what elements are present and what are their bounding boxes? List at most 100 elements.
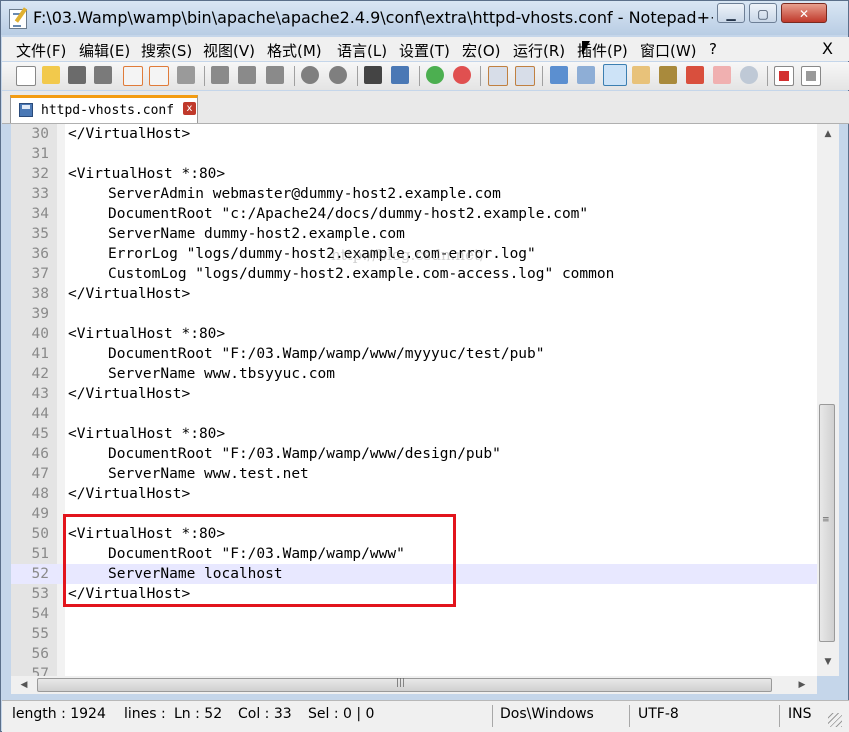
horizontal-scroll-thumb[interactable]: ||| <box>37 678 772 692</box>
window-title: F:\03.Wamp\wamp\bin\apache\apache2.4.9\c… <box>33 8 713 27</box>
folder-workspace-icon[interactable] <box>686 66 704 84</box>
menu-language[interactable]: 语言(L) <box>337 40 387 61</box>
scroll-down-arrow-icon[interactable]: ▼ <box>817 654 839 670</box>
menu-help[interactable]: ? <box>709 40 717 58</box>
doc-map-icon[interactable] <box>632 66 650 84</box>
code-line[interactable]: 30 </VirtualHost> <box>11 124 817 144</box>
redo-icon[interactable] <box>329 66 347 84</box>
maximize-button[interactable]: ▢ <box>749 3 777 23</box>
notepadpp-app-icon[interactable] <box>9 9 27 29</box>
code-line[interactable]: 57 <box>11 664 817 676</box>
resize-grip-icon[interactable] <box>828 713 842 727</box>
cut-icon[interactable] <box>211 66 229 84</box>
code-text[interactable]: DocumentRoot "F:/03.Wamp/wamp/www/myyyuc… <box>68 344 545 364</box>
code-line[interactable]: 47 ServerName www.test.net <box>11 464 817 484</box>
record-macro-icon[interactable] <box>774 66 794 86</box>
print-icon[interactable] <box>177 66 195 84</box>
code-text[interactable]: </VirtualHost> <box>68 384 190 404</box>
code-line[interactable]: 33 ServerAdmin webmaster@dummy-host2.exam… <box>11 184 817 204</box>
sync-horizontal-icon[interactable] <box>515 66 535 86</box>
code-text[interactable]: </VirtualHost> <box>68 124 190 144</box>
menu-search[interactable]: 搜索(S) <box>141 40 192 61</box>
menu-edit[interactable]: 编辑(E) <box>79 40 130 61</box>
menu-settings[interactable]: 设置(T) <box>399 40 450 61</box>
menu-format[interactable]: 格式(M) <box>267 40 322 61</box>
code-line[interactable]: 31 <box>11 144 817 164</box>
code-line[interactable]: 39 <box>11 304 817 324</box>
status-encoding[interactable]: UTF-8 <box>638 706 679 722</box>
code-line[interactable]: 35 ServerName dummy-host2.example.com <box>11 224 817 244</box>
code-text[interactable]: DocumentRoot "F:/03.Wamp/wamp/www/design… <box>68 444 501 464</box>
replace-icon[interactable] <box>391 66 409 84</box>
menu-macro[interactable]: 宏(O) <box>462 40 501 61</box>
scroll-left-arrow-icon[interactable]: ◀ <box>15 676 33 694</box>
close-icon[interactable] <box>123 66 143 86</box>
code-line[interactable]: 56 <box>11 644 817 664</box>
code-line[interactable]: 45 <VirtualHost *:80> <box>11 424 817 444</box>
code-text[interactable]: DocumentRoot "c:/Apache24/docs/dummy-hos… <box>68 204 588 224</box>
code-text[interactable]: ServerAdmin webmaster@dummy-host2.exampl… <box>68 184 501 204</box>
sync-vertical-icon[interactable] <box>488 66 508 86</box>
horizontal-scrollbar[interactable]: ◀ ||| ▶ <box>11 676 817 694</box>
code-text[interactable]: ServerName www.test.net <box>68 464 309 484</box>
code-text[interactable]: <VirtualHost *:80> <box>68 424 225 444</box>
scroll-right-arrow-icon[interactable]: ▶ <box>793 676 811 694</box>
status-mode[interactable]: INS <box>788 706 812 722</box>
code-text[interactable]: ServerName dummy-host2.example.com <box>68 224 405 244</box>
code-line[interactable]: 40 <VirtualHost *:80> <box>11 324 817 344</box>
open-file-icon[interactable] <box>42 66 60 84</box>
close-all-icon[interactable] <box>149 66 169 86</box>
save-icon[interactable] <box>68 66 86 84</box>
menu-window[interactable]: 窗口(W) <box>640 40 697 61</box>
word-wrap-icon[interactable] <box>550 66 568 84</box>
indent-guide-icon[interactable] <box>603 64 627 86</box>
paste-icon[interactable] <box>266 66 284 84</box>
code-text[interactable]: ServerName www.tbsyyuc.com <box>68 364 335 384</box>
code-line[interactable]: 44 <box>11 404 817 424</box>
toolbar-separator <box>357 66 358 86</box>
code-line[interactable]: 55 <box>11 624 817 644</box>
tab-httpd-vhosts[interactable]: httpd-vhosts.conf x <box>10 95 198 123</box>
function-list-icon[interactable] <box>659 66 677 84</box>
scroll-up-arrow-icon[interactable]: ▲ <box>817 126 839 142</box>
save-all-icon[interactable] <box>94 66 112 84</box>
monitor-icon[interactable] <box>713 66 731 84</box>
copy-icon[interactable] <box>238 66 256 84</box>
code-line[interactable]: 32 <VirtualHost *:80> <box>11 164 817 184</box>
status-eol[interactable]: Dos\Windows <box>500 706 594 722</box>
stop-macro-icon[interactable] <box>801 66 821 86</box>
zoom-in-icon[interactable] <box>426 66 444 84</box>
code-line[interactable]: 41 DocumentRoot "F:/03.Wamp/wamp/www/myyy… <box>11 344 817 364</box>
code-text[interactable]: <VirtualHost *:80> <box>68 164 225 184</box>
vertical-scroll-thumb[interactable]: ≡ <box>819 404 835 642</box>
new-file-icon[interactable] <box>16 66 36 86</box>
zoom-out-icon[interactable] <box>453 66 471 84</box>
line-number: 55 <box>31 626 49 642</box>
code-line[interactable]: 37 CustomLog "logs/dummy-host2.example.co… <box>11 264 817 284</box>
code-line[interactable]: 54 <box>11 604 817 624</box>
code-line[interactable]: 46 DocumentRoot "F:/03.Wamp/wamp/www/desi… <box>11 444 817 464</box>
code-line[interactable]: 38 </VirtualHost> <box>11 284 817 304</box>
find-icon[interactable] <box>364 66 382 84</box>
code-text[interactable]: </VirtualHost> <box>68 484 190 504</box>
line-number: 52 <box>31 566 49 582</box>
minimize-button[interactable]: ▁ <box>717 3 745 23</box>
code-text[interactable]: <VirtualHost *:80> <box>68 324 225 344</box>
eye-icon[interactable] <box>740 66 758 84</box>
code-line[interactable]: 34 DocumentRoot "c:/Apache24/docs/dummy-h… <box>11 204 817 224</box>
code-line[interactable]: 42 ServerName www.tbsyyuc.com <box>11 364 817 384</box>
tab-close-button[interactable]: x <box>183 102 196 115</box>
code-text[interactable]: </VirtualHost> <box>68 284 190 304</box>
show-all-chars-icon[interactable] <box>577 66 595 84</box>
close-window-button[interactable]: ✕ <box>781 3 827 23</box>
code-line[interactable]: 43 </VirtualHost> <box>11 384 817 404</box>
title-bar[interactable]: F:\03.Wamp\wamp\bin\apache\apache2.4.9\c… <box>1 1 848 35</box>
menu-view[interactable]: 视图(V) <box>203 40 255 61</box>
close-document-button[interactable]: X <box>822 39 833 58</box>
code-line[interactable]: 48 </VirtualHost> <box>11 484 817 504</box>
menu-run[interactable]: 运行(R) <box>513 40 565 61</box>
code-text[interactable]: CustomLog "logs/dummy-host2.example.com-… <box>68 264 614 284</box>
undo-icon[interactable] <box>301 66 319 84</box>
menu-file[interactable]: 文件(F) <box>16 40 66 61</box>
vertical-scrollbar[interactable]: ▲ ≡ ▼ <box>817 124 839 676</box>
